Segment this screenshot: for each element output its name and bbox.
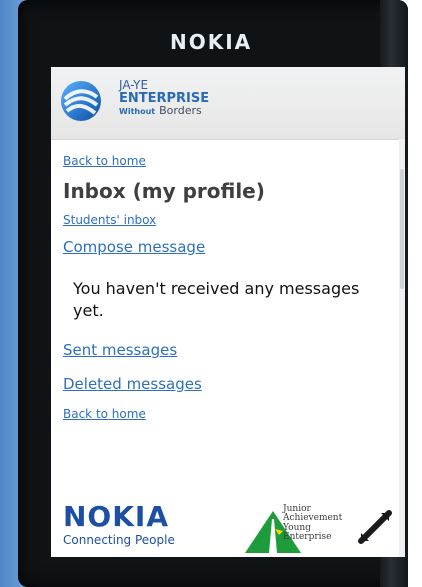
back-to-home-link-top[interactable]: Back to home [63, 154, 146, 168]
footer-logos: NOKIA Connecting People Junior Achieveme… [51, 499, 405, 557]
device-brand: NOKIA [170, 30, 253, 54]
stage: NOKIA JA-YE ENTERPRISE Without Borders B… [0, 0, 422, 587]
nokia-logo-wordmark: NOKIA [63, 500, 170, 533]
site-wordmark-line3: Without Borders [119, 105, 209, 117]
sent-messages-link[interactable]: Sent messages [63, 341, 177, 359]
ja-logo-text: Junior Achievement Young Enterprise [283, 504, 342, 543]
site-header: JA-YE ENTERPRISE Without Borders [51, 67, 405, 140]
nokia-logo: NOKIA Connecting People [63, 500, 233, 548]
site-wordmark-tiny: Without [119, 107, 156, 117]
ja-logo-text-line: Enterprise [283, 532, 332, 543]
scrollbar[interactable] [399, 139, 405, 557]
students-inbox-link[interactable]: Students' inbox [63, 213, 156, 227]
site-wordmark: JA-YE ENTERPRISE Without Borders [119, 79, 209, 117]
nokia-logo-tagline: Connecting People [63, 533, 175, 547]
back-to-home-link-bottom[interactable]: Back to home [63, 407, 146, 421]
site-wordmark-line2: ENTERPRISE [119, 90, 210, 106]
page-content: Back to home Inbox (my profile) Students… [51, 140, 405, 422]
site-wordmark-borders: Borders [159, 104, 202, 118]
empty-state-message: You haven't received any messages yet. [73, 279, 360, 320]
ja-ye-globe-icon [61, 81, 101, 121]
phone-screen: JA-YE ENTERPRISE Without Borders Back to … [51, 67, 405, 557]
compose-message-link[interactable]: Compose message [63, 238, 205, 256]
site-wordmark-line1: JA-YE [119, 78, 149, 92]
diagonal-arrows-icon[interactable] [353, 505, 397, 549]
phone-frame: NOKIA JA-YE ENTERPRISE Without Borders B… [18, 0, 408, 587]
deleted-messages-link[interactable]: Deleted messages [63, 375, 202, 393]
scrollbar-thumb[interactable] [400, 169, 404, 289]
page-title: Inbox (my profile) [63, 179, 265, 203]
